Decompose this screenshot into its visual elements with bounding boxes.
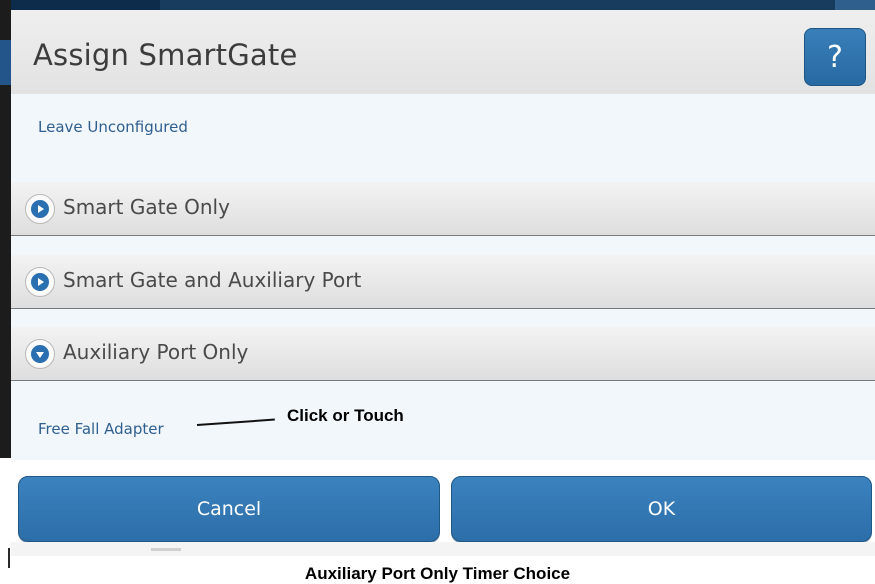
screen-edge-blue (0, 40, 11, 85)
section-label: Smart Gate Only (63, 195, 230, 219)
leave-unconfigured-row[interactable]: Leave Unconfigured (11, 94, 875, 166)
bottom-strip (11, 542, 875, 556)
free-fall-adapter-row[interactable]: Free Fall Adapter (11, 382, 875, 460)
leave-unconfigured-link[interactable]: Leave Unconfigured (38, 118, 188, 136)
dialog-titlebar: Assign SmartGate ? (11, 10, 875, 94)
section-smart-gate-and-auxiliary-port[interactable]: Smart Gate and Auxiliary Port (11, 255, 875, 309)
play-circle-icon (25, 194, 55, 224)
figure-caption: Auxiliary Port Only Timer Choice (304, 564, 571, 583)
assign-smartgate-dialog: Assign SmartGate ? Leave Unconfigured Sm… (11, 10, 875, 460)
cancel-button[interactable]: Cancel (18, 476, 440, 542)
section-auxiliary-port-only[interactable]: Auxiliary Port Only (11, 327, 875, 381)
section-label: Auxiliary Port Only (63, 340, 249, 364)
screen-edge-top (0, 0, 875, 10)
strip-tab (151, 548, 181, 551)
chevron-down-circle-icon (25, 339, 55, 369)
section-smart-gate-only[interactable]: Smart Gate Only (11, 182, 875, 236)
play-circle-icon (25, 267, 55, 297)
free-fall-adapter-link[interactable]: Free Fall Adapter (38, 420, 164, 438)
screen-edge-top-left (0, 0, 160, 10)
screen-edge-left (0, 0, 11, 576)
screen-edge-top-right (835, 0, 875, 10)
dialog-title: Assign SmartGate (33, 38, 298, 72)
ok-button[interactable]: OK (451, 476, 872, 542)
help-button[interactable]: ? (804, 28, 866, 86)
annotation-text: Click or Touch (287, 406, 404, 425)
section-label: Smart Gate and Auxiliary Port (63, 268, 362, 292)
